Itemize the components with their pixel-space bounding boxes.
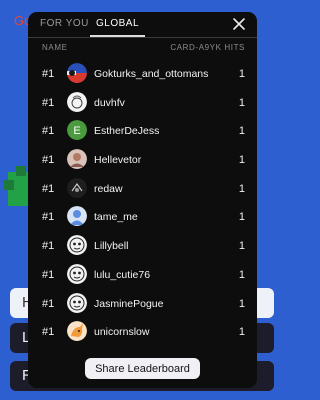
leaderboard-row[interactable]: #1 redaw 1 bbox=[28, 175, 257, 204]
tab-global[interactable]: GLOBAL bbox=[89, 18, 146, 37]
row-username[interactable]: lulu_cutie76 bbox=[94, 269, 150, 281]
row-username[interactable]: unicornslow bbox=[94, 326, 149, 338]
row-rank: #1 bbox=[42, 297, 55, 310]
row-rank: #1 bbox=[42, 211, 55, 224]
row-hits: 1 bbox=[238, 268, 245, 281]
row-hits: 1 bbox=[238, 211, 245, 224]
row-hits: 1 bbox=[238, 125, 245, 138]
face-avatar-icon bbox=[67, 263, 87, 284]
row-rank: #1 bbox=[42, 96, 55, 109]
photo-avatar-icon bbox=[67, 149, 87, 170]
share-leaderboard-button[interactable]: Share Leaderboard bbox=[85, 358, 200, 379]
flag-avatar-icon bbox=[67, 63, 87, 83]
leaderboard-row[interactable]: #1 tame_me 1 bbox=[28, 203, 257, 232]
svg-text:E: E bbox=[73, 125, 80, 137]
letter-avatar-icon: E bbox=[67, 120, 87, 141]
face-avatar-icon bbox=[67, 235, 87, 256]
leaderboard-row[interactable]: #1 Hellevetor 1 bbox=[28, 146, 257, 175]
row-rank: #1 bbox=[42, 326, 55, 339]
row-hits: 1 bbox=[238, 297, 245, 310]
leaderboard-header: NAME CARD-A9YK HITS bbox=[42, 43, 245, 52]
column-name-label: NAME bbox=[42, 43, 68, 52]
leaderboard-modal: FOR YOU GLOBAL NAME CARD-A9YK HITS #1 Go… bbox=[28, 12, 257, 388]
row-hits: 1 bbox=[238, 240, 245, 253]
leaderboard-row[interactable]: #1 lulu_cutie76 1 bbox=[28, 261, 257, 290]
row-hits: 1 bbox=[238, 96, 245, 109]
tab-for-you[interactable]: FOR YOU bbox=[40, 18, 89, 29]
sketch-face-avatar-icon bbox=[67, 91, 87, 112]
row-hits: 1 bbox=[238, 154, 245, 167]
unicorn-avatar-icon bbox=[67, 321, 87, 342]
row-rank: #1 bbox=[42, 182, 55, 195]
leaderboard-row[interactable]: #1 E EstherDeJess 1 bbox=[28, 117, 257, 146]
row-username[interactable]: Hellevetor bbox=[94, 154, 141, 166]
column-hits-label: CARD-A9YK HITS bbox=[170, 43, 245, 52]
row-username[interactable]: Gokturks_and_ottomans bbox=[94, 68, 208, 80]
row-username[interactable]: Lillybell bbox=[94, 240, 128, 252]
leaderboard-row[interactable]: #1 unicornslow 1 bbox=[28, 318, 257, 347]
row-rank: #1 bbox=[42, 68, 55, 80]
row-rank: #1 bbox=[42, 268, 55, 281]
row-username[interactable]: tame_me bbox=[94, 211, 138, 223]
row-username[interactable]: duvhfv bbox=[94, 97, 125, 109]
row-username[interactable]: JasminePogue bbox=[94, 298, 163, 310]
row-username[interactable]: EstherDeJess bbox=[94, 125, 159, 137]
leaderboard-row[interactable]: #1 duvhfv 1 bbox=[28, 89, 257, 118]
leaderboard-row[interactable]: #1 Gokturks_and_ottomans 1 bbox=[28, 60, 257, 89]
close-icon[interactable] bbox=[231, 16, 247, 32]
row-hits: 1 bbox=[238, 326, 245, 339]
row-hits: 1 bbox=[238, 68, 245, 80]
row-rank: #1 bbox=[42, 154, 55, 167]
row-hits: 1 bbox=[238, 182, 245, 195]
row-rank: #1 bbox=[42, 125, 55, 138]
tab-bar: FOR YOU GLOBAL bbox=[28, 12, 257, 38]
row-rank: #1 bbox=[42, 240, 55, 253]
row-username[interactable]: redaw bbox=[94, 183, 123, 195]
default-user-avatar-icon bbox=[67, 206, 87, 227]
dark-avatar-icon bbox=[67, 177, 87, 198]
leaderboard-row[interactable]: #1 Lillybell 1 bbox=[28, 232, 257, 261]
face-avatar-icon bbox=[67, 292, 87, 313]
leaderboard-row[interactable]: #1 JasminePogue 1 bbox=[28, 290, 257, 319]
leaderboard-list: #1 Gokturks_and_ottomans 1 #1 duvhfv 1 #… bbox=[28, 60, 257, 347]
